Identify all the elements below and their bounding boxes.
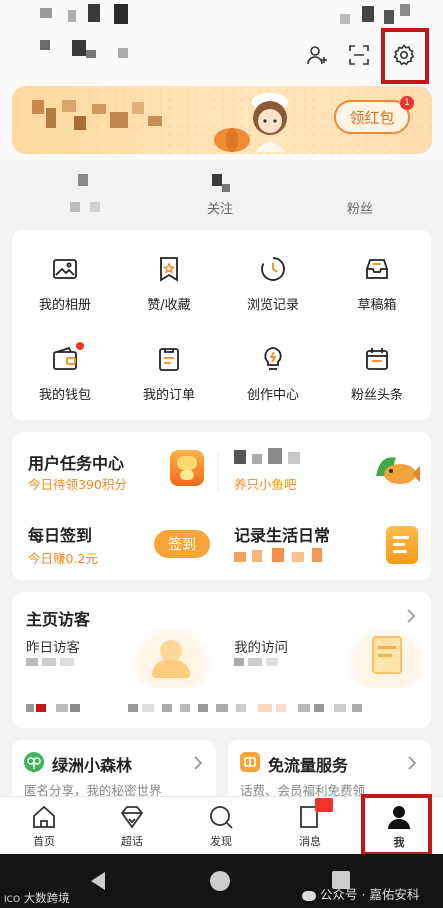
settings-highlight-box	[381, 28, 429, 84]
my-visits-entry[interactable]: 我的访问	[228, 630, 431, 690]
forest-title: 绿洲小森林	[52, 756, 133, 775]
yesterday-visitors-entry[interactable]: 昨日访客	[12, 630, 218, 690]
visitors-card: 主页访客 昨日访客 我的访问	[12, 592, 431, 728]
home-circle-icon[interactable]	[210, 871, 230, 891]
nav-messages[interactable]: 消息	[266, 797, 354, 855]
calendar-icon	[362, 344, 392, 374]
nav-messages-label: 消息	[299, 834, 321, 848]
red-packet-badge: 1	[400, 96, 414, 110]
history-shortcut[interactable]: 浏览记录	[220, 254, 326, 313]
following-label[interactable]: 关注	[207, 198, 233, 217]
daily-signin-subtitle: 今日赚0.2元	[28, 551, 98, 566]
forest-icon	[24, 752, 44, 772]
forest-chevron-icon	[192, 754, 204, 776]
task-center-subtitle: 今日待领390积分	[28, 477, 127, 492]
creator-center-shortcut[interactable]: 创作中心	[220, 344, 326, 403]
photo-album-icon	[50, 254, 80, 284]
yesterday-visitors-label: 昨日访客	[26, 640, 80, 656]
diamond-icon	[120, 805, 144, 829]
fans-headline-shortcut[interactable]: 粉丝头条	[324, 344, 430, 403]
traffic-icon	[240, 752, 260, 772]
scan-icon[interactable]	[344, 40, 374, 70]
drafts-label: 草稿箱	[357, 298, 397, 313]
drafts-icon	[362, 254, 392, 284]
wallet-shortcut[interactable]: 我的钱包	[12, 342, 118, 403]
fans-headline-label: 粉丝头条	[350, 388, 403, 403]
red-packet-banner[interactable]: 领红包 1	[12, 86, 432, 154]
nav-home[interactable]: 首页	[0, 797, 88, 855]
home-icon	[33, 805, 55, 828]
wallet-label: 我的钱包	[38, 388, 91, 403]
order-icon	[154, 344, 184, 374]
search-icon	[210, 805, 233, 829]
shortcut-grid-card: 我的相册 赞/收藏 浏览记录 草稿箱 我的钱包 我的订单 创作中心 粉丝头条	[12, 230, 431, 420]
profile-tab-highlight-box	[361, 794, 432, 856]
daily-signin-entry: 每日签到 今日赚0.2元 签到	[12, 508, 218, 580]
visitors-title: 主页访客	[26, 610, 91, 629]
fish-subtitle: 养只小鱼吧	[234, 477, 297, 492]
drafts-shortcut[interactable]: 草稿箱	[324, 254, 430, 313]
task-center-title: 用户任务中心	[28, 454, 125, 473]
back-icon[interactable]	[88, 870, 108, 896]
add-friend-icon[interactable]	[302, 40, 332, 70]
fish-game-entry[interactable]: 养只小鱼吧	[228, 432, 431, 504]
record-life-title: 记录生活日常	[234, 526, 331, 545]
history-icon	[258, 254, 288, 284]
watermark-left: ICO 大数跨境	[4, 891, 70, 905]
my-visits-label: 我的访问	[234, 640, 288, 656]
notebook-icon	[386, 526, 418, 564]
album-shortcut[interactable]: 我的相册	[12, 254, 118, 313]
points-coins-icon	[170, 450, 204, 486]
visitors-chevron-icon[interactable]	[404, 606, 420, 626]
orders-shortcut[interactable]: 我的订单	[116, 344, 222, 403]
fans-label[interactable]: 粉丝	[347, 198, 373, 217]
document-illustration	[344, 630, 428, 688]
creator-center-label: 创作中心	[246, 388, 299, 403]
history-label: 浏览记录	[246, 298, 299, 313]
traffic-chevron-icon	[406, 754, 418, 776]
task-card: 用户任务中心 今日待领390积分 养只小鱼吧 每日签到 今日赚0.2元 签到 记…	[12, 432, 431, 580]
like-collect-icon	[154, 254, 184, 284]
red-packet-button[interactable]: 领红包	[334, 100, 410, 134]
wallet-icon	[50, 342, 84, 374]
watermark-right: 公众号 · 嘉佑安科	[302, 884, 419, 903]
nav-supertopic-label: 超话	[121, 834, 143, 848]
task-center-entry[interactable]: 用户任务中心 今日待领390积分	[12, 432, 218, 504]
nav-discover-label: 发现	[210, 834, 232, 848]
red-packet-label: 领红包	[349, 108, 395, 127]
message-badge	[315, 797, 333, 812]
system-navigation-bar: ICO 大数跨境 公众号 · 嘉佑安科	[0, 854, 443, 908]
nav-supertopic[interactable]: 超话	[88, 797, 176, 855]
nav-home-label: 首页	[33, 834, 55, 848]
wallet-notification-dot	[76, 342, 84, 350]
album-label: 我的相册	[38, 298, 91, 313]
banner-illustration	[208, 88, 308, 152]
daily-signin-title: 每日签到	[28, 526, 93, 545]
orders-label: 我的订单	[142, 388, 195, 403]
fish-icon	[372, 446, 420, 490]
nav-discover[interactable]: 发现	[177, 797, 265, 855]
wechat-icon	[302, 890, 316, 901]
divider-vertical	[218, 452, 219, 492]
record-life-entry[interactable]: 记录生活日常	[228, 508, 431, 580]
creator-icon	[258, 344, 288, 374]
visitor-illustration	[130, 630, 214, 688]
likes-collect-label: 赞/收藏	[147, 298, 191, 313]
likes-collect-shortcut[interactable]: 赞/收藏	[116, 254, 222, 313]
signin-button[interactable]: 签到	[154, 530, 210, 558]
traffic-title: 免流量服务	[268, 756, 349, 775]
